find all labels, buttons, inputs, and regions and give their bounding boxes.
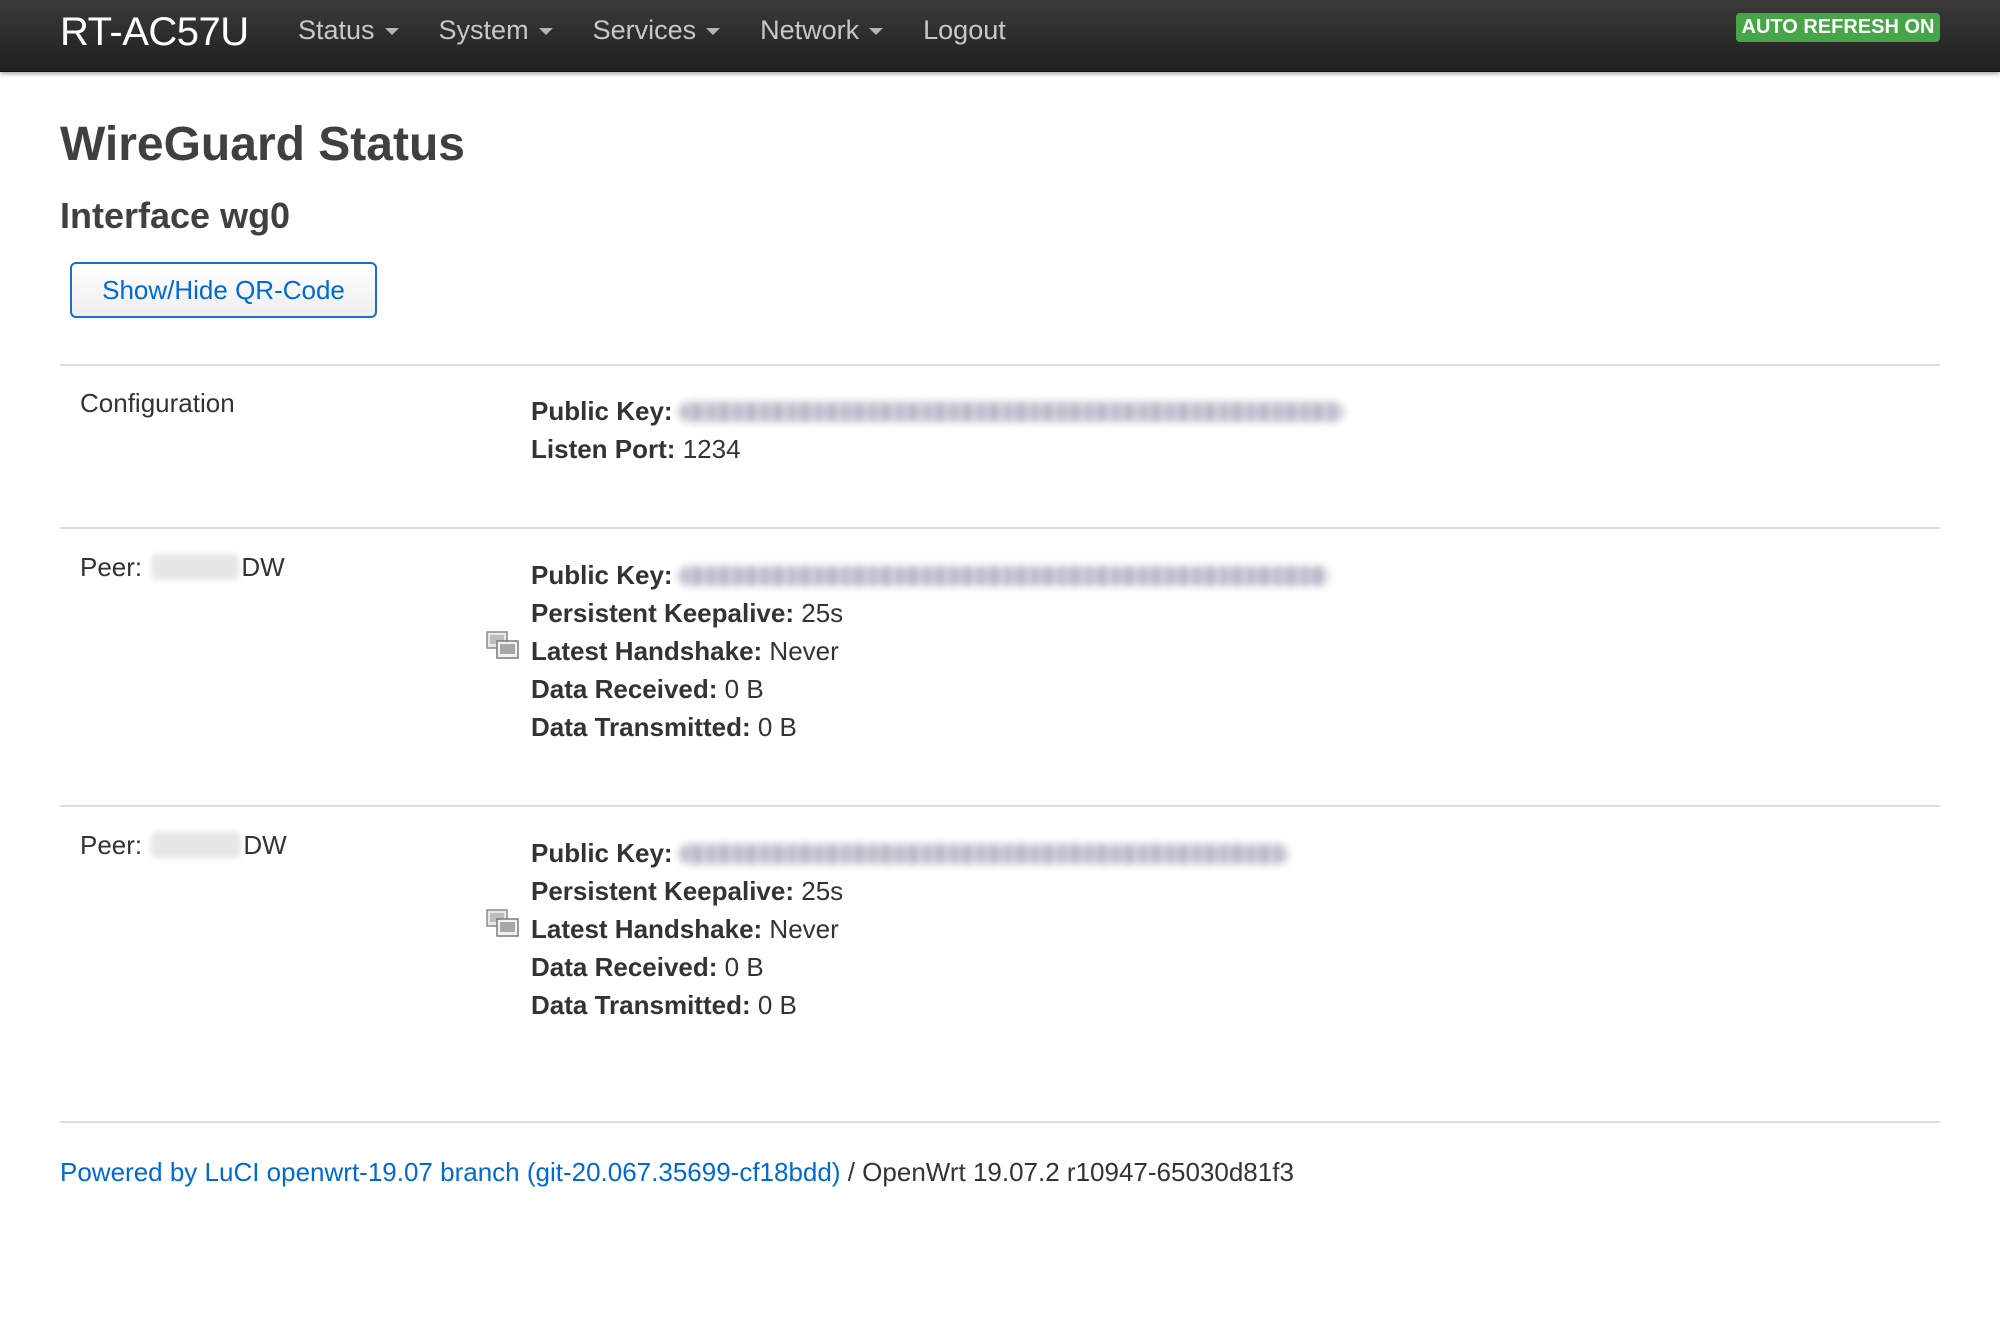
listen-port-line: Listen Port: 1234 [531, 430, 1344, 468]
keepalive-label: Persistent Keepalive: [531, 876, 795, 906]
footer-separator: / [840, 1157, 863, 1187]
brand-logo[interactable]: RT-AC57U [60, 7, 249, 57]
redacted-peer-name [151, 832, 242, 858]
peer-label-suffix: DW [241, 552, 285, 582]
menu-item-logout[interactable]: Logout [923, 13, 1006, 47]
received-label: Data Received: [531, 952, 718, 982]
menu-item-label: Status [298, 14, 375, 45]
keepalive-value: 25s [801, 876, 844, 906]
transmitted-label: Data Transmitted: [531, 712, 751, 742]
redacted-peer-name [151, 554, 240, 580]
handshake-line: Latest Handshake: Never [531, 632, 1329, 670]
divider [60, 364, 1940, 366]
public-key-label: Public Key: [531, 560, 673, 590]
menu-item-label: Services [592, 14, 697, 45]
public-key-line: Public Key: [531, 834, 1289, 872]
listen-port-label: Listen Port: [531, 434, 676, 464]
received-line: Data Received: 0 B [531, 670, 1329, 708]
listen-port-value: 1234 [682, 434, 741, 464]
peer-label: Peer: DW [80, 830, 287, 861]
redacted-public-key [678, 844, 1289, 864]
configuration-details: Public Key: Listen Port: 1234 [531, 392, 1344, 468]
top-navbar: RT-AC57U Status System Services Network … [0, 0, 2000, 72]
menu-item-system[interactable]: System [439, 13, 553, 47]
keepalive-label: Persistent Keepalive: [531, 598, 795, 628]
public-key-label: Public Key: [531, 396, 673, 426]
menu-item-label: System [438, 14, 529, 45]
handshake-line: Latest Handshake: Never [531, 910, 1289, 948]
keepalive-line: Persistent Keepalive: 25s [531, 594, 1329, 632]
footer-divider [60, 1121, 1940, 1123]
transmitted-value: 0 B [757, 990, 797, 1020]
peer-status-icon [486, 631, 519, 659]
redacted-public-key [678, 566, 1329, 586]
peer-label: Peer: DW [80, 552, 285, 583]
main-menu: Status System Services Network Logout [298, 13, 1046, 47]
menu-item-status[interactable]: Status [298, 13, 399, 47]
peer-details: Public Key: Persistent Keepalive: 25s La… [531, 556, 1329, 746]
transmitted-label: Data Transmitted: [531, 990, 751, 1020]
menu-item-services[interactable]: Services [593, 13, 721, 47]
peer-label-suffix: DW [243, 830, 287, 860]
keepalive-line: Persistent Keepalive: 25s [531, 872, 1289, 910]
received-value: 0 B [724, 674, 764, 704]
menu-item-network[interactable]: Network [760, 13, 884, 47]
received-label: Data Received: [531, 674, 718, 704]
handshake-value: Never [769, 636, 839, 666]
public-key-line: Public Key: [531, 556, 1329, 594]
transmitted-line: Data Transmitted: 0 B [531, 986, 1289, 1024]
transmitted-line: Data Transmitted: 0 B [531, 708, 1329, 746]
public-key-label: Public Key: [531, 838, 673, 868]
footer: Powered by LuCI openwrt-19.07 branch (gi… [60, 1157, 1294, 1188]
public-key-line: Public Key: [531, 392, 1344, 430]
openwrt-version: OpenWrt 19.07.2 r10947-65030d81f3 [862, 1157, 1294, 1187]
transmitted-value: 0 B [757, 712, 797, 742]
divider [60, 527, 1940, 529]
caret-down-icon [538, 27, 553, 35]
auto-refresh-badge[interactable]: AUTO REFRESH ON [1736, 13, 1940, 42]
menu-item-label: Network [760, 14, 860, 45]
handshake-value: Never [769, 914, 839, 944]
redacted-public-key [678, 402, 1344, 422]
divider [60, 805, 1940, 807]
luci-version-link[interactable]: Powered by LuCI openwrt-19.07 branch (gi… [60, 1157, 841, 1187]
peer-label-prefix: Peer: [80, 552, 143, 582]
handshake-label: Latest Handshake: [531, 636, 763, 666]
received-line: Data Received: 0 B [531, 948, 1289, 986]
handshake-label: Latest Handshake: [531, 914, 763, 944]
peer-details: Public Key: Persistent Keepalive: 25s La… [531, 834, 1289, 1024]
caret-down-icon [706, 27, 721, 35]
configuration-label: Configuration [80, 388, 235, 418]
received-value: 0 B [724, 952, 764, 982]
page-title: WireGuard Status [60, 118, 465, 171]
caret-down-icon [384, 27, 399, 35]
menu-item-label: Logout [923, 14, 1006, 45]
interface-title: Interface wg0 [60, 195, 291, 236]
show-hide-qr-code-button[interactable]: Show/Hide QR-Code [70, 262, 377, 318]
peer-status-icon [486, 909, 519, 937]
keepalive-value: 25s [801, 598, 844, 628]
peer-label-prefix: Peer: [80, 830, 143, 860]
caret-down-icon [869, 27, 884, 35]
